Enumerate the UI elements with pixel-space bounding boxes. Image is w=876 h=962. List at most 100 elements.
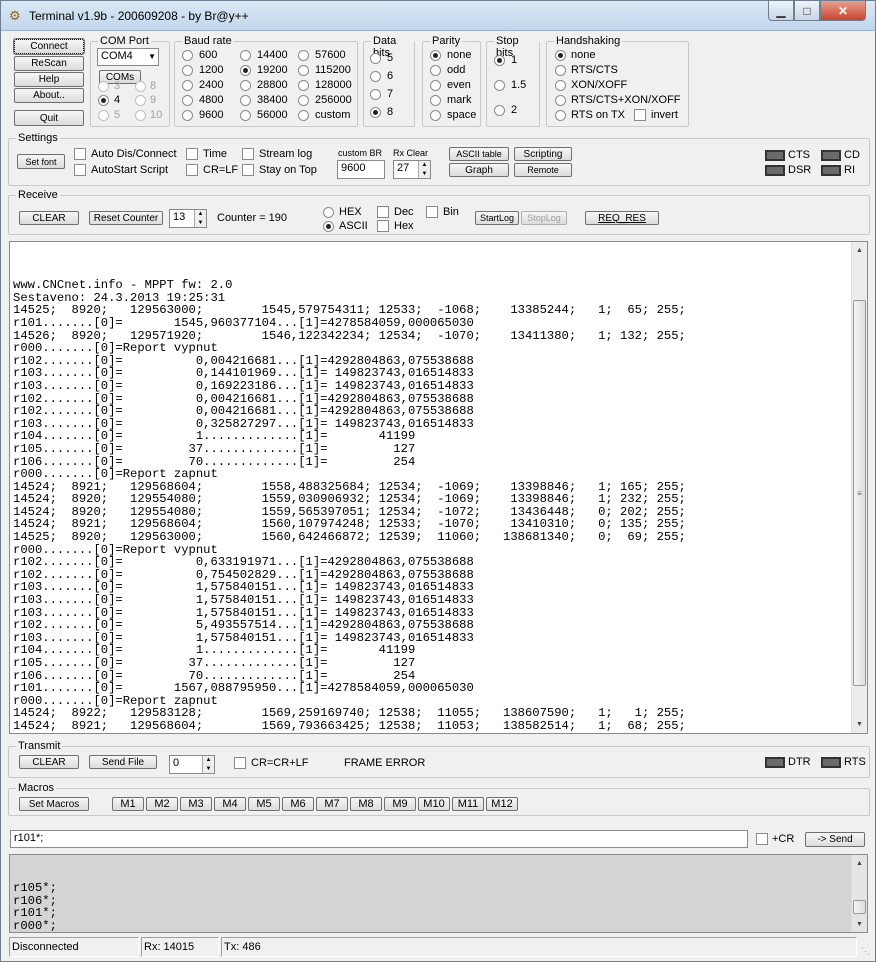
stoplog-button[interactable]: StopLog	[521, 211, 567, 225]
parity-radio-none[interactable]	[430, 50, 441, 61]
history-scrollbar[interactable]: ▲ ▼	[851, 855, 867, 932]
scroll-up-icon[interactable]: ▲	[852, 855, 867, 871]
macro-button-m7[interactable]: M7	[316, 797, 348, 811]
parity-radio-space[interactable]	[430, 110, 441, 121]
macro-button-m1[interactable]: M1	[112, 797, 144, 811]
baud-radio-600[interactable]	[182, 50, 193, 61]
rts-led[interactable]	[821, 757, 841, 768]
stay-on-top-checkbox[interactable]	[242, 164, 254, 176]
req-res-button[interactable]: REQ_RES	[585, 211, 659, 225]
baud-radio-38400[interactable]	[240, 95, 251, 106]
auto-dis-connect-checkbox[interactable]	[74, 148, 86, 160]
handshake-radio-rts-cts[interactable]	[555, 65, 566, 76]
autostart-script-checkbox[interactable]	[74, 164, 86, 176]
transmit-clear-button[interactable]: CLEAR	[19, 755, 79, 769]
reset-counter-button[interactable]: Reset Counter	[89, 211, 163, 225]
title-bar[interactable]: ⚙ Terminal v1.9b - 200609208 - by Br@y++…	[1, 1, 875, 31]
stopbits-radio-1[interactable]	[494, 55, 505, 66]
bin-checkbox[interactable]	[426, 206, 438, 218]
dec-checkbox[interactable]	[377, 206, 389, 218]
resize-grip-icon[interactable]: ⋱	[861, 946, 870, 957]
rx-clear-spinner[interactable]: ▲ ▼	[418, 161, 430, 178]
hex-radio[interactable]	[323, 207, 334, 218]
remote-button[interactable]: Remote	[514, 163, 572, 177]
macro-button-m12[interactable]: M12	[486, 797, 518, 811]
parity-radio-odd[interactable]	[430, 65, 441, 76]
send-file-button[interactable]: Send File	[89, 755, 157, 769]
about-button[interactable]: About..	[14, 88, 84, 103]
parity-radio-even[interactable]	[430, 80, 441, 91]
databits-radio-7[interactable]	[370, 89, 381, 100]
stopbits-radio-1-5[interactable]	[494, 80, 505, 91]
handshake-radio-none[interactable]	[555, 50, 566, 61]
dtr-led[interactable]	[765, 757, 785, 768]
counter-spinner[interactable]: ▲ ▼	[194, 210, 206, 227]
macro-button-m3[interactable]: M3	[180, 797, 212, 811]
scripting-button[interactable]: Scripting	[514, 147, 572, 161]
minimize-button[interactable]: ▁	[768, 1, 794, 21]
com-radio-5[interactable]	[98, 110, 109, 121]
hex-checkbox[interactable]	[377, 220, 389, 232]
baud-radio-4800[interactable]	[182, 95, 193, 106]
macro-button-m4[interactable]: M4	[214, 797, 246, 811]
scroll-down-icon[interactable]: ▼	[852, 716, 867, 732]
receive-terminal[interactable]: www.CNCnet.info - MPPT fw: 2.0 Sestaveno:…	[9, 241, 868, 734]
rx-clear-input[interactable]: 27 ▲ ▼	[393, 160, 431, 179]
startlog-button[interactable]: StartLog	[475, 211, 519, 225]
databits-radio-5[interactable]	[370, 53, 381, 64]
time-checkbox[interactable]	[186, 148, 198, 160]
rescan-button[interactable]: ReScan	[14, 56, 84, 71]
custom-br-input[interactable]: 9600	[337, 160, 385, 179]
com-radio-9[interactable]	[135, 95, 146, 106]
baud-radio-56000[interactable]	[240, 110, 251, 121]
databits-radio-8[interactable]	[370, 107, 381, 118]
com-radio-4[interactable]	[98, 95, 109, 106]
baud-radio-28800[interactable]	[240, 80, 251, 91]
cr-crlf-checkbox[interactable]	[234, 757, 246, 769]
baud-radio-19200[interactable]	[240, 65, 251, 76]
set-font-button[interactable]: Set font	[17, 154, 65, 169]
cr-lf-checkbox[interactable]	[186, 164, 198, 176]
macro-button-m8[interactable]: M8	[350, 797, 382, 811]
macro-button-m6[interactable]: M6	[282, 797, 314, 811]
com-radio-3[interactable]	[98, 81, 109, 92]
plus-cr-checkbox[interactable]	[756, 833, 768, 845]
baud-radio-1200[interactable]	[182, 65, 193, 76]
baud-radio-115200[interactable]	[298, 65, 309, 76]
receive-clear-button[interactable]: CLEAR	[19, 211, 79, 225]
handshake-radio-xon-xoff[interactable]	[555, 80, 566, 91]
baud-radio-14400[interactable]	[240, 50, 251, 61]
baud-radio-2400[interactable]	[182, 80, 193, 91]
stopbits-radio-2[interactable]	[494, 105, 505, 116]
quit-button[interactable]: Quit	[14, 110, 84, 126]
com-radio-10[interactable]	[135, 110, 146, 121]
scroll-down-icon[interactable]: ▼	[852, 916, 867, 932]
macro-button-m9[interactable]: M9	[384, 797, 416, 811]
parity-radio-mark[interactable]	[430, 95, 441, 106]
handshake-radio-rts-cts-xon-xoff[interactable]	[555, 95, 566, 106]
send-input[interactable]: r101*;	[10, 830, 748, 848]
baud-radio-128000[interactable]	[298, 80, 309, 91]
ascii-radio[interactable]	[323, 221, 334, 232]
help-button[interactable]: Help	[14, 72, 84, 87]
com-port-select[interactable]: COM4 ▼	[97, 48, 159, 66]
databits-radio-6[interactable]	[370, 71, 381, 82]
scroll-up-icon[interactable]: ▲	[852, 242, 867, 258]
close-button[interactable]: ✕	[820, 1, 866, 21]
scroll-thumb[interactable]: ≡	[853, 300, 866, 686]
scroll-thumb[interactable]	[853, 900, 866, 914]
receive-scrollbar[interactable]: ▲ ≡ ▼	[851, 242, 867, 733]
baud-radio-256000[interactable]	[298, 95, 309, 106]
macro-button-m10[interactable]: M10	[418, 797, 450, 811]
counter-spin-input[interactable]: 13 ▲ ▼	[169, 209, 207, 228]
transmit-spinner[interactable]: ▲ ▼	[202, 756, 214, 773]
handshake-radio-rts-on-tx[interactable]	[555, 110, 566, 121]
macro-button-m11[interactable]: M11	[452, 797, 484, 811]
stream-log-checkbox[interactable]	[242, 148, 254, 160]
maximize-button[interactable]: □	[794, 1, 820, 21]
send-button[interactable]: -> Send	[805, 832, 865, 847]
baud-radio-custom[interactable]	[298, 110, 309, 121]
set-macros-button[interactable]: Set Macros	[19, 797, 89, 811]
history-area[interactable]: r105*; r106*; r101*; r000*;	[9, 854, 868, 933]
graph-button[interactable]: Graph	[449, 163, 509, 177]
